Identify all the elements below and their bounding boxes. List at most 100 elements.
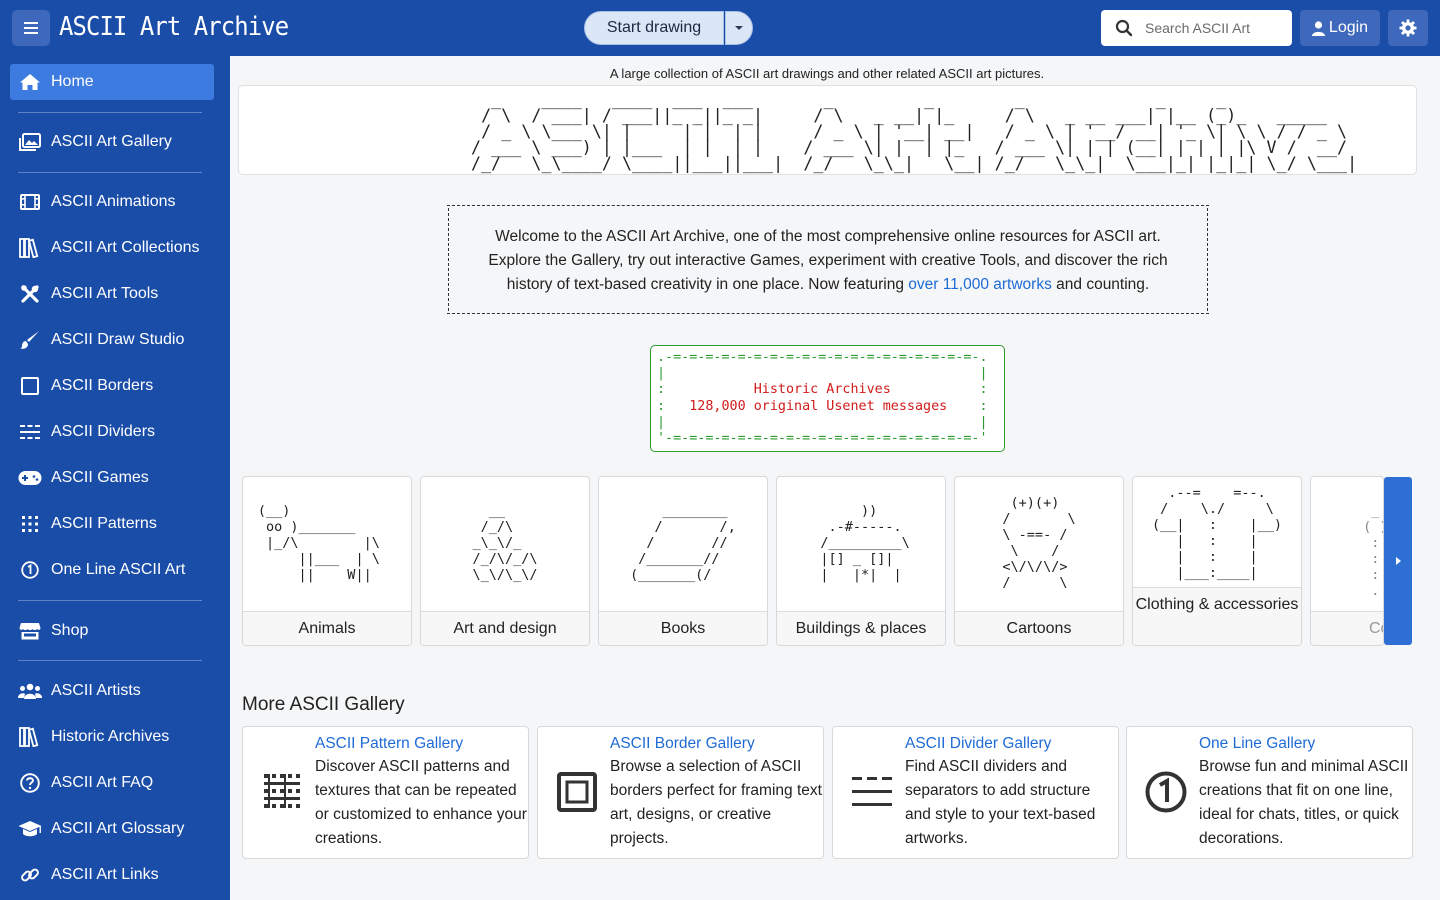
category-ascii: .--= =--. / \./ \ (__| : |__) | : | | : … <box>1151 485 1283 581</box>
category-card-clothing[interactable]: .--= =--. / \./ \ (__| : |__) | : | | : … <box>1132 476 1302 646</box>
sidebar-item-label: ASCII Art Glossary <box>51 820 185 837</box>
sidebar-item-faq[interactable]: ASCII Art FAQ <box>10 765 214 801</box>
dashed-border <box>447 205 1209 206</box>
books-icon <box>18 236 42 260</box>
sidebar-item-tools[interactable]: ASCII Art Tools <box>10 276 214 312</box>
sidebar-item-patterns[interactable]: ASCII Patterns <box>10 506 214 542</box>
sidebar-item-artists[interactable]: ASCII Artists <box>10 673 214 709</box>
gallery-card-title[interactable]: ASCII Border Gallery <box>610 735 755 753</box>
sidebar-item-label: ASCII Art Collections <box>51 239 200 256</box>
dashed-border <box>1207 208 1208 311</box>
film-icon <box>18 190 42 214</box>
historic-archives-banner[interactable]: .-=-=-=-=-=-=-=-=-=-=-=-=-=-=-=-=-=-=-=-… <box>650 345 1005 452</box>
carousel-next-button[interactable] <box>1384 477 1412 645</box>
sidebar-item-games[interactable]: ASCII Games <box>10 460 214 496</box>
sidebar-item-label: ASCII Animations <box>51 193 176 210</box>
category-label: Buildings & places <box>777 611 945 645</box>
sidebar-item-historic-archives[interactable]: Historic Archives <box>10 719 214 755</box>
gallery-card-patterns[interactable]: ASCII Pattern Gallery Discover ASCII pat… <box>242 726 529 859</box>
sidebar-item-borders[interactable]: ASCII Borders <box>10 368 214 404</box>
user-icon <box>1311 20 1325 36</box>
category-ascii: (+)(+) / \ \ -==- / \ / <\/\/\/> / \ <box>1002 495 1076 591</box>
menu-button[interactable] <box>12 10 50 46</box>
category-card-books[interactable]: ________ / /, / // /_______// (_______(/… <box>598 476 768 646</box>
category-ascii: __ /_/\ _\_\/_ /_/\/_/\ \_\/\_\/ <box>472 503 538 583</box>
category-label: Art and design <box>421 611 589 645</box>
gallery-card-desc: Browse a selection of ASCII borders perf… <box>610 758 822 847</box>
settings-button[interactable] <box>1388 10 1428 46</box>
sidebar-item-dividers[interactable]: ASCII Dividers <box>10 414 214 450</box>
gallery-card-desc: Discover ASCII patterns and textures tha… <box>315 758 527 847</box>
question-icon <box>18 771 42 795</box>
category-card-partial[interactable]: _ ( ) : : : . Computers <box>1310 476 1384 646</box>
sidebar-item-label: ASCII Borders <box>51 377 154 394</box>
category-label: Clothing & accessories <box>1133 587 1301 645</box>
grid-dots-icon <box>18 512 42 536</box>
gallery-card-borders[interactable]: ASCII Border Gallery Browse a selection … <box>537 726 824 859</box>
sidebar-item-label: ASCII Art Tools <box>51 285 159 302</box>
circle-one-icon <box>18 558 42 582</box>
sidebar-item-collections[interactable]: ASCII Art Collections <box>10 230 214 266</box>
sidebar-item-label: Historic Archives <box>51 728 170 745</box>
category-card-buildings[interactable]: )) .-#-----. /_________\ |[] _ []| | |*|… <box>776 476 946 646</box>
sidebar-item-label: ASCII Draw Studio <box>51 331 185 348</box>
gallery-card-dividers[interactable]: ASCII Divider Gallery Find ASCII divider… <box>832 726 1119 859</box>
sidebar: Home ASCII Art Gallery ASCII Animations … <box>0 56 230 900</box>
gallery-card-title[interactable]: ASCII Divider Gallery <box>905 735 1051 753</box>
category-ascii: (__) oo )_______ |_/\ |\ ||___ | \ || W|… <box>257 503 380 583</box>
category-card-cartoons[interactable]: (+)(+) / \ \ -==- / \ / <\/\/\/> / \ Car… <box>954 476 1124 646</box>
category-ascii: ________ / /, / // /_______// (_______(/ <box>630 503 736 583</box>
caret-right-icon <box>1395 557 1401 565</box>
divider-icon <box>849 769 895 815</box>
login-button[interactable]: Login <box>1300 10 1380 46</box>
category-card-art-design[interactable]: __ /_/\ _\_\/_ /_/\/_/\ \_\/\_\/ Art and… <box>420 476 590 646</box>
gamepad-icon <box>18 466 42 490</box>
gallery-card-title[interactable]: ASCII Pattern Gallery <box>315 735 463 753</box>
shop-icon <box>18 619 42 643</box>
gallery-card-one-line[interactable]: One Line Gallery Browse fun and minimal … <box>1126 726 1413 859</box>
border-icon <box>554 769 600 815</box>
sidebar-item-gallery[interactable]: ASCII Art Gallery <box>10 124 214 160</box>
start-drawing-button[interactable]: Start drawing <box>584 11 724 45</box>
sidebar-item-glossary[interactable]: ASCII Art Glossary <box>10 811 214 847</box>
graduation-cap-icon <box>18 817 42 841</box>
gallery-card-desc: Browse fun and minimal ASCII creations t… <box>1199 758 1409 847</box>
sidebar-item-links[interactable]: ASCII Art Links <box>10 857 214 893</box>
category-label: Computers <box>1311 611 1383 645</box>
sidebar-item-home[interactable]: Home <box>10 64 214 100</box>
search-icon <box>1115 19 1133 37</box>
sidebar-item-label: ASCII Dividers <box>51 423 156 440</box>
category-card-animals[interactable]: (__) oo )_______ |_/\ |\ ||___ | \ || W|… <box>242 476 412 646</box>
sidebar-divider <box>18 660 202 661</box>
login-label: Login <box>1328 19 1369 36</box>
sidebar-item-label: ASCII Patterns <box>51 515 157 532</box>
gallery-card-title[interactable]: One Line Gallery <box>1199 735 1315 753</box>
sidebar-item-shop[interactable]: Shop <box>10 613 214 649</box>
link-icon <box>18 863 42 887</box>
sidebar-item-draw-studio[interactable]: ASCII Draw Studio <box>10 322 214 358</box>
category-label: Animals <box>243 611 411 645</box>
caret-down-icon <box>735 26 743 30</box>
search-input[interactable] <box>1145 20 1285 36</box>
search-box[interactable] <box>1101 10 1292 46</box>
sidebar-divider <box>18 112 202 113</box>
sidebar-item-label: ASCII Games <box>51 469 149 486</box>
historic-title: Historic Archives <box>753 382 891 398</box>
banner-ascii-art: _ ____ ____ ___ ___ _ _ _ _ _ / \ / ___|… <box>471 90 1358 173</box>
site-logo[interactable]: ASCII Art Archive <box>59 12 289 42</box>
sidebar-divider <box>18 172 202 173</box>
start-drawing-dropdown[interactable] <box>725 11 753 45</box>
sidebar-item-label: One Line ASCII Art <box>51 561 186 578</box>
gallery-card-desc: Find ASCII dividers and separators to ad… <box>905 758 1096 847</box>
sidebar-item-animations[interactable]: ASCII Animations <box>10 184 214 220</box>
sidebar-item-one-line[interactable]: One Line ASCII Art <box>10 552 214 588</box>
top-bar: ASCII Art Archive Start drawing Login <box>0 0 1440 56</box>
pattern-icon <box>259 769 305 815</box>
archive-books-icon <box>18 725 42 749</box>
gear-icon <box>1399 19 1417 37</box>
ascii-banner: _ ____ ____ ___ ___ _ _ _ _ _ / \ / ___|… <box>238 85 1417 175</box>
site-tagline: A large collection of ASCII art drawings… <box>609 66 1045 81</box>
artworks-link[interactable]: over 11,000 artworks <box>908 276 1052 293</box>
square-icon <box>18 374 42 398</box>
tools-icon <box>18 282 42 306</box>
